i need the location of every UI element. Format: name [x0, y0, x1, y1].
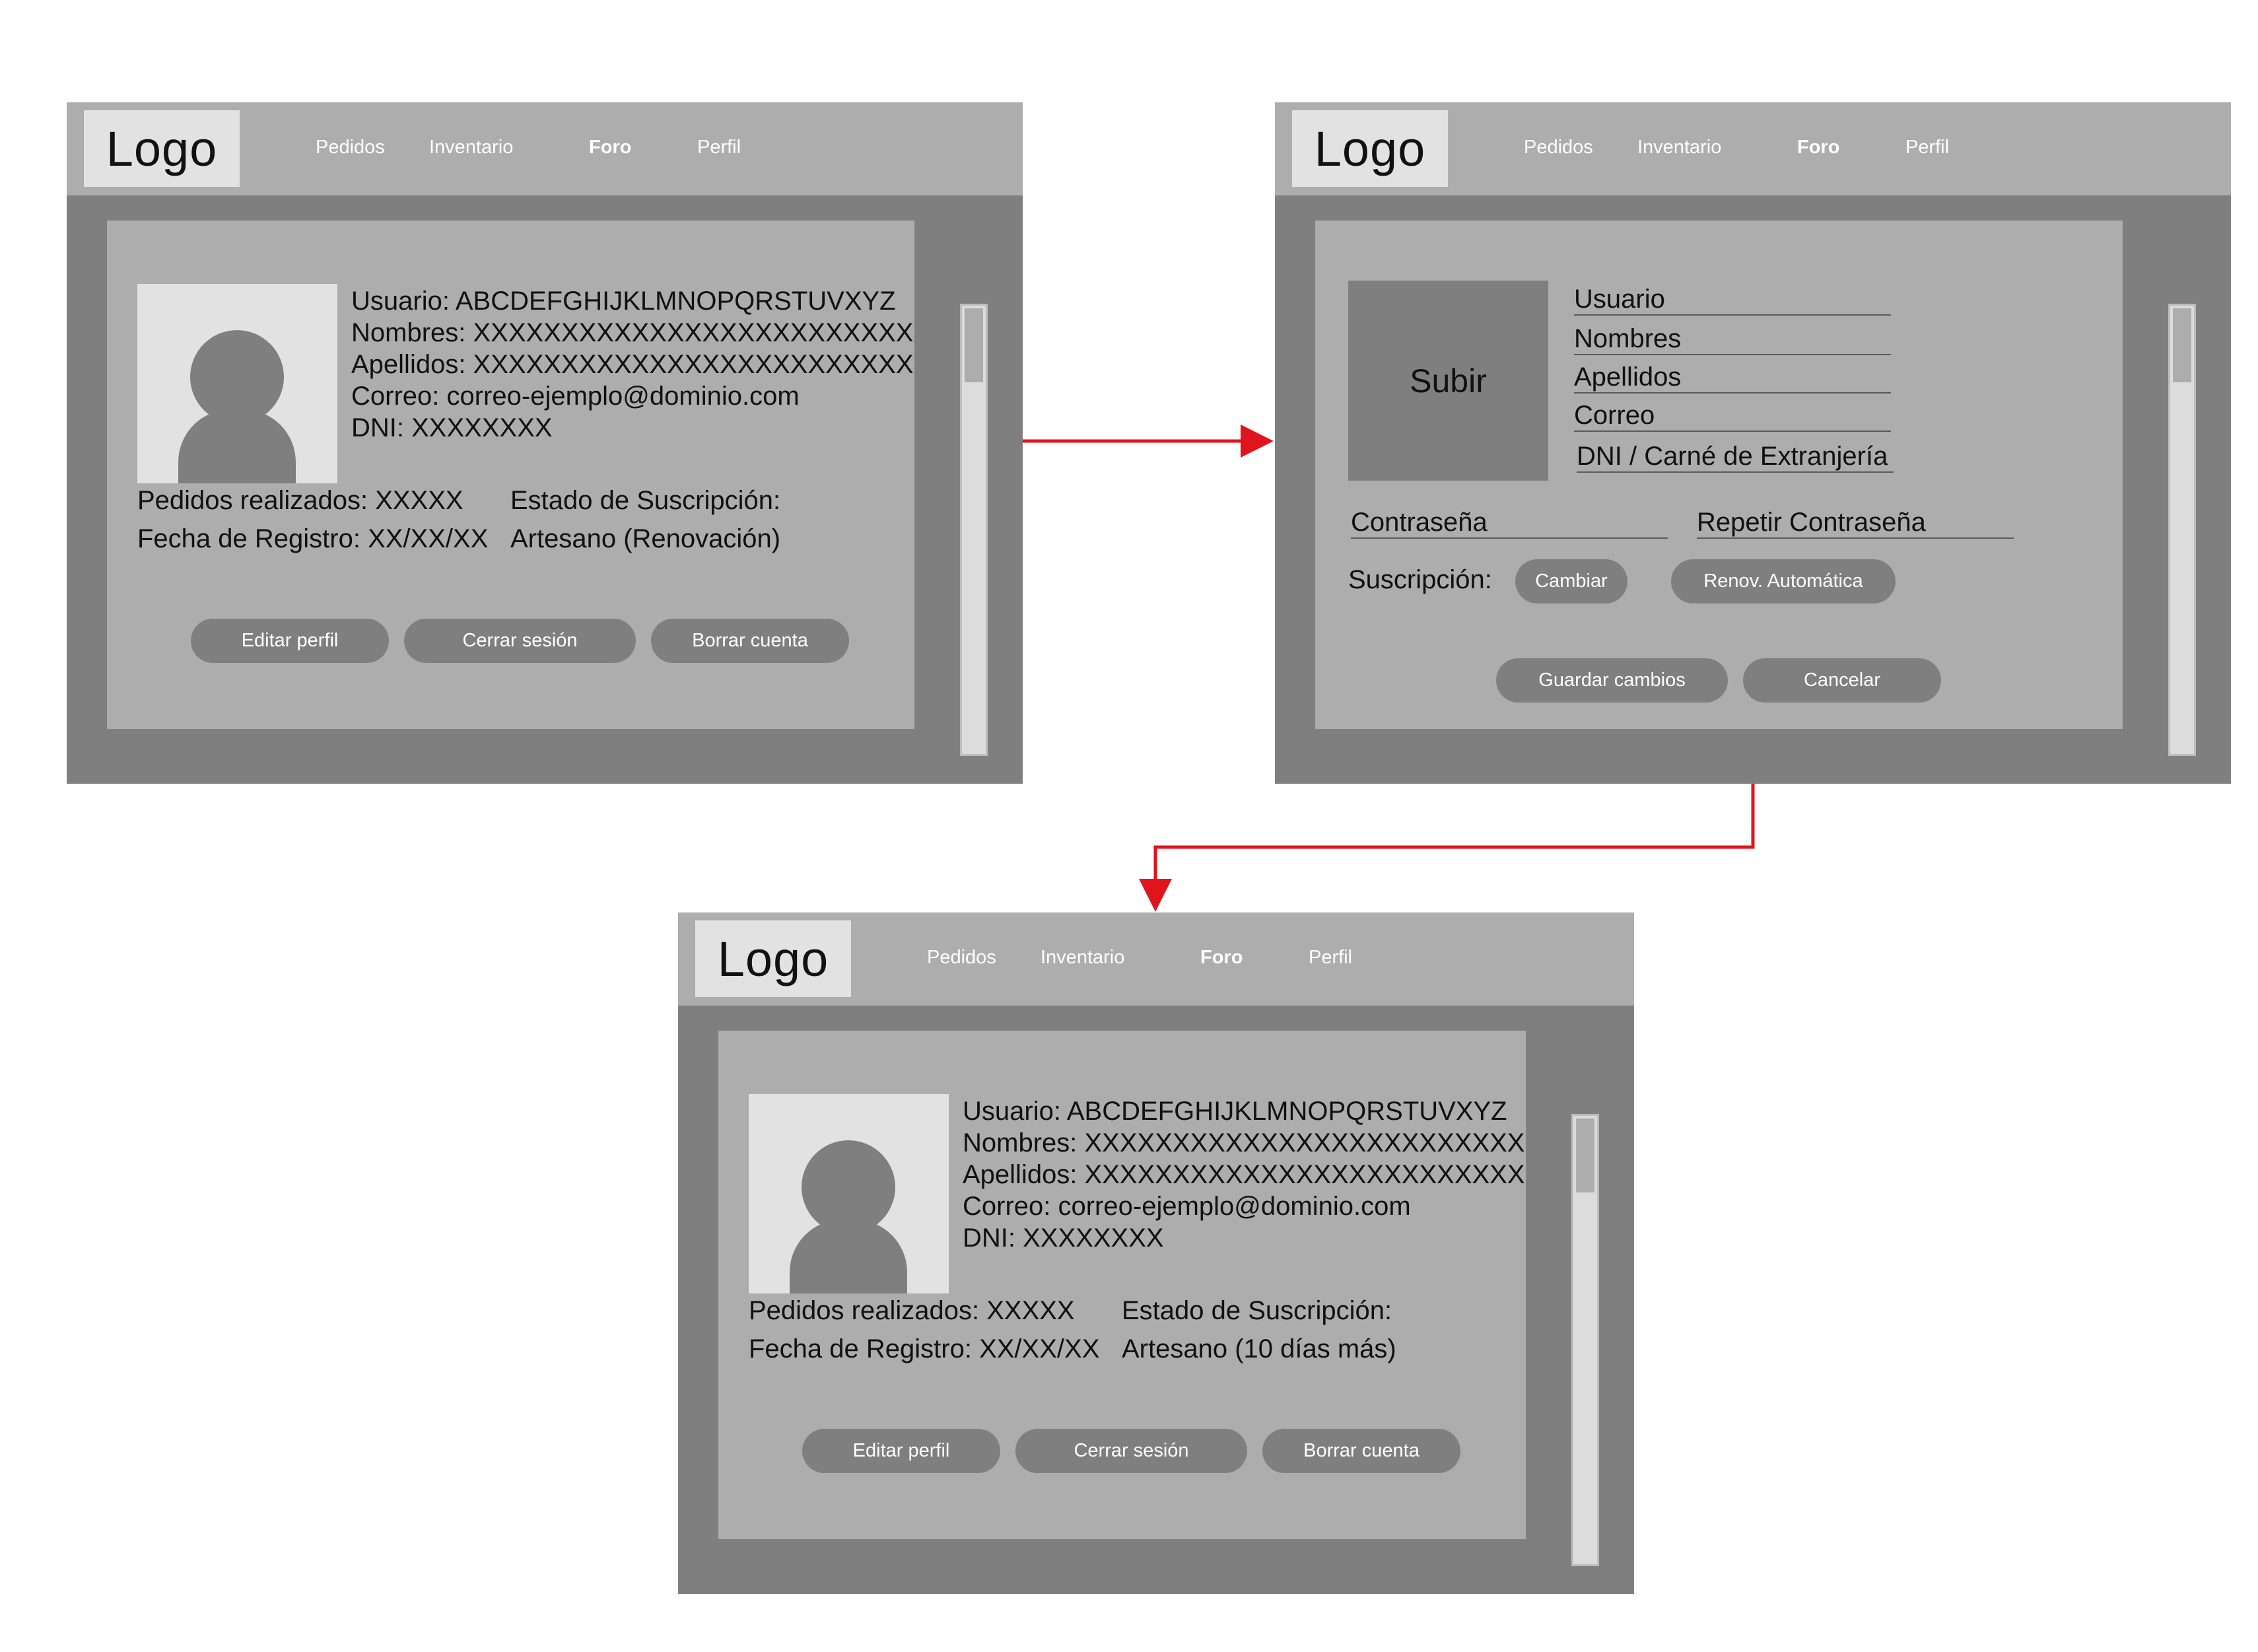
scrollbar-thumb[interactable] — [1576, 1119, 1594, 1192]
surnames-field: Apellidos: XXXXXXXXXXXXXXXXXXXXXXXXX — [963, 1160, 1525, 1189]
scrollbar-thumb[interactable] — [2173, 308, 2191, 382]
names-field: Nombres: XXXXXXXXXXXXXXXXXXXXXXXXX — [963, 1128, 1525, 1157]
delete-account-button[interactable]: Borrar cuenta — [651, 619, 849, 663]
surnames-input[interactable]: Apellidos — [1574, 362, 1891, 394]
user-field: Usuario: ABCDEFGHIJKLMNOPQRSTUVXYZ — [963, 1097, 1507, 1126]
nav-inventario[interactable]: Inventario — [1637, 137, 1721, 158]
username-input[interactable]: Usuario — [1574, 284, 1891, 316]
subscription-status-value: Artesano (Renovación) — [510, 524, 781, 553]
user-field: Usuario: ABCDEFGHIJKLMNOPQRSTUVXYZ — [351, 287, 896, 316]
save-changes-button[interactable]: Guardar cambios — [1496, 658, 1728, 703]
arrow-edit-to-result — [1139, 780, 1755, 912]
cancel-button[interactable]: Cancelar — [1743, 658, 1941, 703]
nav-perfil[interactable]: Perfil — [1905, 137, 1949, 158]
top-navbar: Logo Pedidos Inventario Foro Perfil — [1275, 102, 2231, 195]
email-field: Correo: correo-ejemplo@dominio.com — [351, 382, 800, 411]
names-input[interactable]: Nombres — [1574, 324, 1891, 355]
registration-date: Fecha de Registro: XX/XX/XX — [749, 1334, 1100, 1363]
auto-renew-button[interactable]: Renov. Automática — [1671, 559, 1896, 603]
profile-updated-screen: Logo Pedidos Inventario Foro Perfil Usua… — [678, 912, 1634, 1594]
upload-photo-button[interactable]: Subir — [1348, 281, 1548, 481]
scrollbar-thumb[interactable] — [965, 308, 983, 382]
repeat-password-input[interactable]: Repetir Contraseña — [1697, 507, 2014, 539]
edit-profile-button[interactable]: Editar perfil — [191, 619, 389, 663]
scrollbar[interactable] — [2168, 304, 2196, 756]
email-input[interactable]: Correo — [1574, 400, 1891, 432]
orders-count: Pedidos realizados: XXXXX — [749, 1296, 1075, 1325]
scrollbar[interactable] — [1571, 1114, 1599, 1566]
password-input[interactable]: Contraseña — [1351, 507, 1668, 539]
avatar-placeholder — [749, 1094, 949, 1293]
profile-card: Usuario: ABCDEFGHIJKLMNOPQRSTUVXYZ Nombr… — [107, 221, 914, 729]
dni-field: DNI: XXXXXXXX — [351, 413, 553, 442]
change-subscription-button[interactable]: Cambiar — [1515, 559, 1627, 603]
nav-inventario[interactable]: Inventario — [1041, 947, 1124, 969]
delete-account-button[interactable]: Borrar cuenta — [1262, 1429, 1460, 1473]
dni-field: DNI: XXXXXXXX — [963, 1223, 1164, 1253]
subscription-status-label: Estado de Suscripción: — [510, 486, 781, 515]
logo[interactable]: Logo — [695, 920, 851, 997]
nav-foro[interactable]: Foro — [589, 137, 631, 158]
nav-inventario[interactable]: Inventario — [429, 137, 513, 158]
subscription-status-label: Estado de Suscripción: — [1122, 1296, 1392, 1325]
profile-card: Usuario: ABCDEFGHIJKLMNOPQRSTUVXYZ Nombr… — [718, 1031, 1526, 1539]
subscription-label: Suscripción: — [1348, 565, 1492, 594]
dni-input[interactable]: DNI / Carné de Extranjería — [1577, 441, 1894, 473]
names-field: Nombres: XXXXXXXXXXXXXXXXXXXXXXXXX — [351, 318, 914, 347]
avatar-placeholder — [137, 284, 337, 483]
edit-profile-button[interactable]: Editar perfil — [802, 1429, 1000, 1473]
subscription-status-value: Artesano (10 días más) — [1122, 1334, 1396, 1363]
top-navbar: Logo Pedidos Inventario Foro Perfil — [67, 102, 1023, 195]
nav-perfil[interactable]: Perfil — [697, 137, 741, 158]
nav-foro[interactable]: Foro — [1200, 947, 1243, 969]
nav-perfil[interactable]: Perfil — [1309, 947, 1352, 969]
orders-count: Pedidos realizados: XXXXX — [137, 486, 463, 515]
nav-pedidos[interactable]: Pedidos — [1524, 137, 1593, 158]
nav-foro[interactable]: Foro — [1797, 137, 1839, 158]
edit-card: Subir Usuario Nombres Apellidos Correo D… — [1315, 221, 2123, 729]
logout-button[interactable]: Cerrar sesión — [1015, 1429, 1247, 1473]
surnames-field: Apellidos: XXXXXXXXXXXXXXXXXXXXXXXXX — [351, 350, 914, 379]
nav-pedidos[interactable]: Pedidos — [927, 947, 996, 969]
scrollbar[interactable] — [960, 304, 988, 756]
logo[interactable]: Logo — [1292, 110, 1448, 187]
logo[interactable]: Logo — [84, 110, 240, 187]
logout-button[interactable]: Cerrar sesión — [404, 619, 636, 663]
registration-date: Fecha de Registro: XX/XX/XX — [137, 524, 489, 553]
email-field: Correo: correo-ejemplo@dominio.com — [963, 1192, 1411, 1221]
profile-view-screen: Logo Pedidos Inventario Foro Perfil Usua… — [67, 102, 1023, 784]
profile-edit-screen: Logo Pedidos Inventario Foro Perfil Subi… — [1275, 102, 2231, 784]
nav-pedidos[interactable]: Pedidos — [316, 137, 385, 158]
top-navbar: Logo Pedidos Inventario Foro Perfil — [678, 912, 1634, 1006]
